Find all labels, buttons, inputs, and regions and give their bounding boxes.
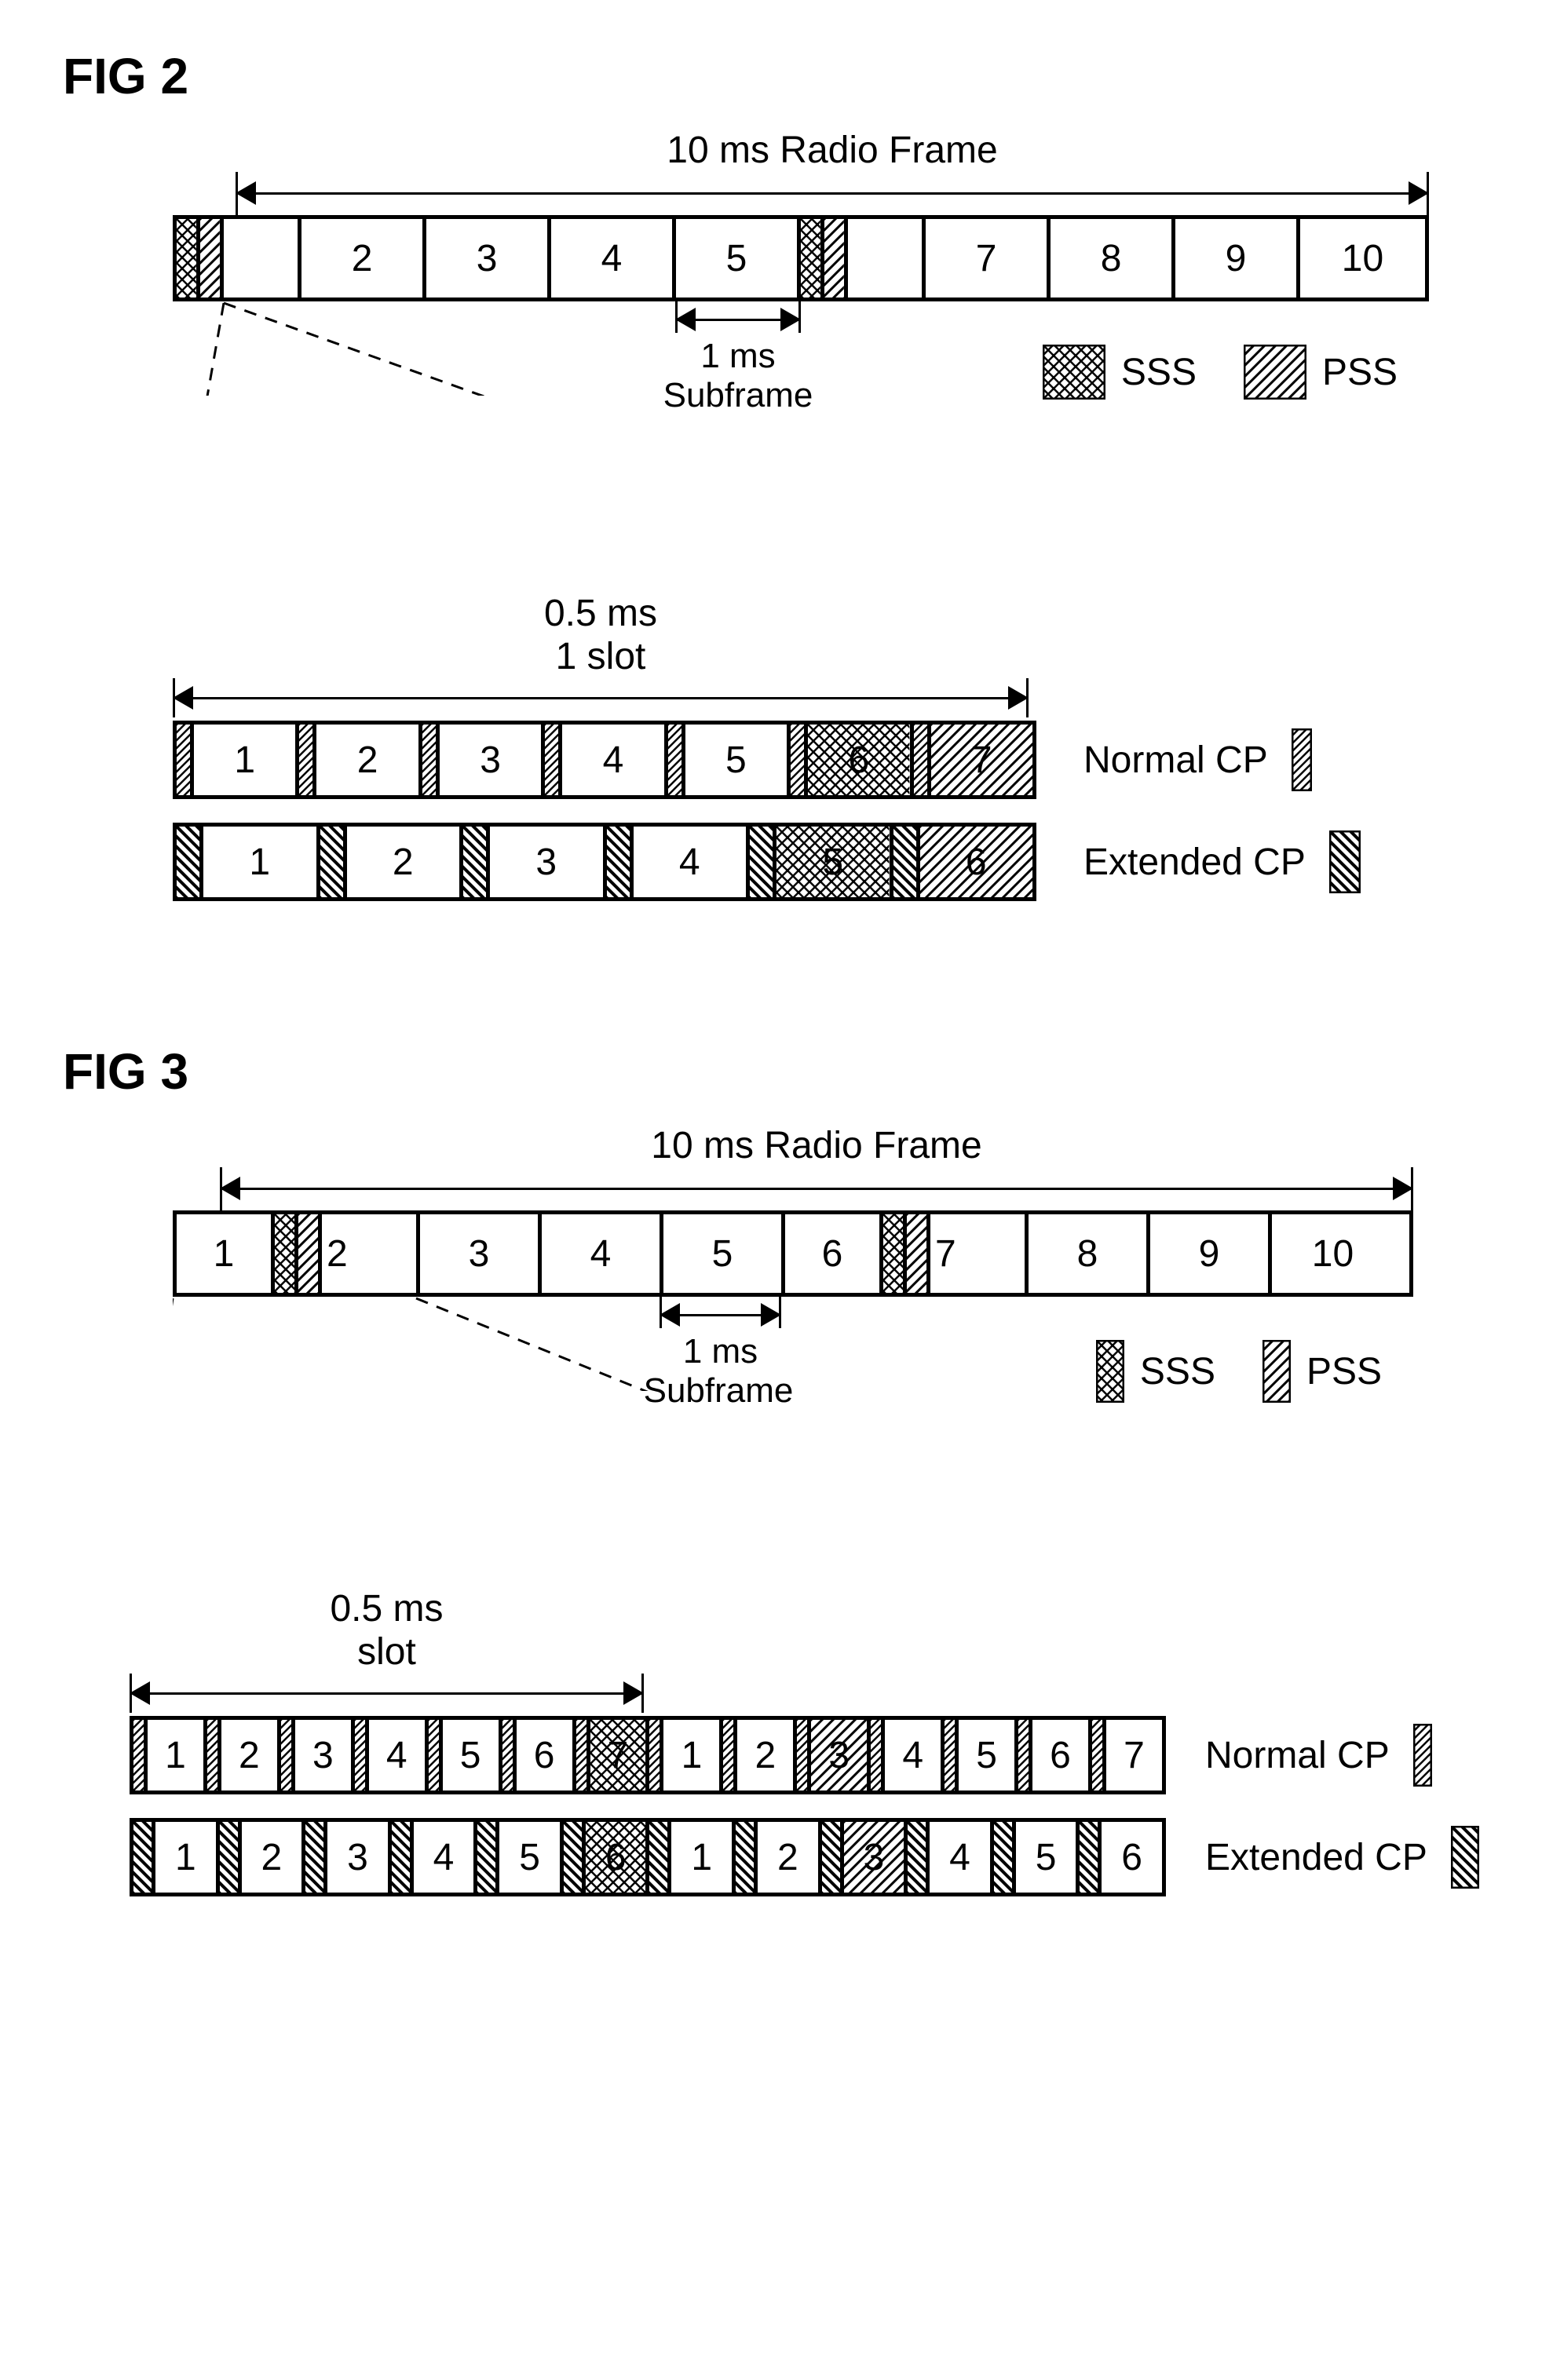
fig3-title: FIG 3 [63,1042,1490,1101]
ecp-swatch [1451,1826,1479,1889]
figure-3: FIG 3 10 ms Radio Frame 1 2 3 4 5 6 [63,1042,1490,1896]
fig3-top-label: 10 ms Radio Frame [220,1124,1413,1167]
fig2-normal-label: Normal CP [1083,739,1268,782]
fig3-ext-row: 1 2 3 4 5 6 1 2 3 4 [130,1818,1166,1896]
fig2-top-label: 10 ms Radio Frame [236,129,1429,172]
fig3-normal-row: 1 2 3 4 5 6 7 1 2 3 [130,1716,1166,1794]
fig2-ext-label: Extended CP [1083,841,1306,884]
fig2-slot-bottom: 1 slot [173,635,1029,678]
ecp-swatch [1329,830,1361,893]
fig2-normal-row: 1 2 3 4 5 6 7 [173,721,1036,799]
ncp-swatch [1292,728,1312,791]
fig2-ext-row: 1 2 3 4 5 6 [173,823,1036,901]
ncp-swatch [1413,1724,1432,1787]
fig2-title: FIG 2 [63,47,1490,105]
figure-2: FIG 2 10 ms Radio Frame 2 3 4 5 7 8 [63,47,1490,901]
